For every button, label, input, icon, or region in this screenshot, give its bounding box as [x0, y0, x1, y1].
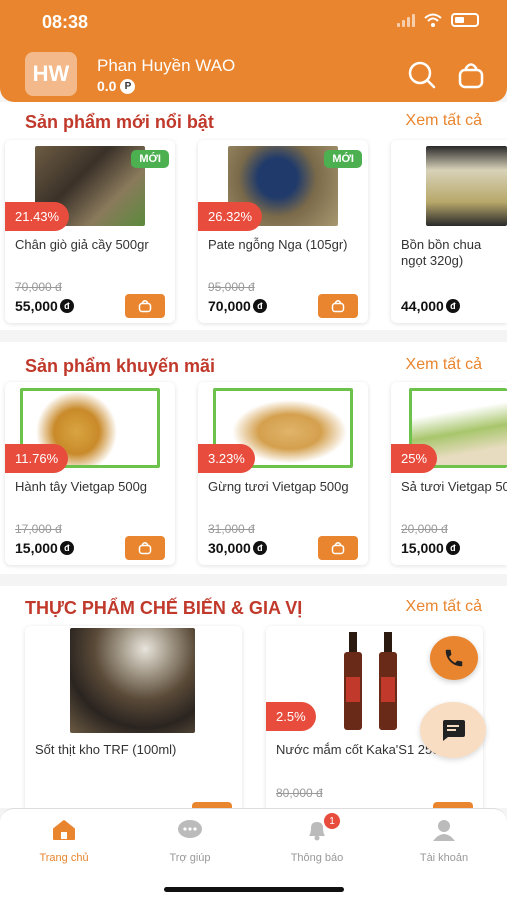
new-badge: MỚI — [324, 150, 362, 168]
discount-badge: 11.76% — [5, 444, 69, 473]
tab-help[interactable]: Trợ giúp — [140, 819, 240, 864]
discount-badge: 21.43% — [5, 202, 70, 231]
old-price: 31,000 đ — [208, 522, 255, 536]
price-value: 15,000 — [15, 540, 58, 556]
currency-badge: đ — [445, 541, 460, 555]
search-icon[interactable] — [407, 60, 437, 90]
signal-icon — [397, 13, 415, 27]
product-card[interactable]: 25% Sả tươi Vietgap 500g 20,000 đ 15,000… — [391, 382, 507, 565]
product-card[interactable]: Sốt thịt kho TRF (100ml) — [25, 626, 242, 808]
phone-icon — [445, 649, 463, 667]
tab-notifications[interactable]: 1 Thông báo — [267, 813, 367, 864]
shopping-bag-icon[interactable] — [456, 60, 486, 90]
currency-badge: đ — [252, 541, 267, 555]
call-button[interactable] — [430, 636, 478, 680]
old-price: 17,000 đ — [15, 522, 62, 536]
product-image — [70, 628, 195, 733]
user-points: 0.0 P — [97, 78, 136, 94]
section-title: THỰC PHẨM CHẾ BIẾN & GIA VỊ — [25, 598, 303, 618]
price: 15,000 đ — [401, 540, 460, 556]
home-icon — [53, 820, 75, 840]
product-name: Hành tây Vietgap 500g — [15, 479, 148, 494]
wifi-icon — [424, 13, 442, 27]
product-name: Bồn bồn chua ngọt 320g) — [401, 237, 482, 268]
old-price: 20,000 đ — [401, 522, 448, 536]
tab-label: Thông báo — [290, 852, 344, 864]
chat-button[interactable] — [420, 702, 486, 758]
old-price: 95,000 đ — [208, 280, 255, 294]
price-value: 30,000 — [208, 540, 251, 556]
discount-badge: 25% — [391, 444, 438, 473]
bag-icon — [138, 300, 152, 313]
help-chat-icon — [178, 820, 202, 838]
app-header: 08:38 HW Phan Huyền WAO 0.0 P — [0, 0, 507, 102]
status-time: 08:38 — [42, 12, 89, 32]
notification-count-badge: 1 — [324, 813, 340, 829]
add-to-cart-button[interactable] — [125, 294, 165, 318]
points-value: 0.0 — [97, 78, 117, 94]
product-name: Sốt thịt kho TRF (100ml) — [35, 742, 177, 757]
battery-icon — [451, 13, 479, 27]
product-card[interactable]: 11.76% Hành tây Vietgap 500g 17,000 đ 15… — [5, 382, 175, 565]
price-value: 44,000 — [401, 298, 444, 314]
bag-icon — [138, 542, 152, 555]
points-badge: P — [120, 78, 136, 94]
product-card[interactable]: 3.23% Gừng tươi Vietgap 500g 31,000 đ 30… — [198, 382, 368, 565]
old-price: 70,000 đ — [15, 280, 62, 294]
sauce-bottles-image — [344, 632, 397, 730]
old-price: 80,000 đ — [276, 786, 323, 800]
discount-badge: 26.32% — [198, 202, 263, 231]
section-promotions: Sản phẩm khuyến mãi Xem tất cả 11.76% Hà… — [0, 342, 507, 574]
product-name: Sả tươi Vietgap 500g — [401, 479, 507, 494]
currency-badge: đ — [59, 541, 74, 555]
bag-icon — [331, 542, 345, 555]
add-to-cart-button[interactable] — [125, 536, 165, 560]
add-to-cart-button[interactable] — [318, 536, 358, 560]
product-card[interactable]: Bồn bồn chua ngọt 320g) 44,000 đ — [391, 140, 507, 323]
section-title: Sản phẩm khuyến mãi — [25, 356, 216, 376]
see-all-link[interactable]: Xem tất cả — [406, 598, 482, 616]
status-icons — [397, 13, 479, 27]
product-name: Chân giò giả cầy 500gr — [15, 237, 149, 252]
add-to-cart-button[interactable] — [318, 294, 358, 318]
price: 15,000 đ — [15, 540, 74, 556]
discount-badge: 3.23% — [198, 444, 255, 473]
price: 44,000 đ — [401, 298, 460, 314]
currency-badge: đ — [445, 299, 460, 313]
currency-badge: đ — [252, 299, 267, 313]
tab-label: Tài khoản — [419, 852, 469, 864]
product-card[interactable]: MỚI 21.43% Chân giò giả cầy 500gr 70,000… — [5, 140, 175, 323]
section-new-products: Sản phẩm mới nổi bật Xem tất cả MỚI 21.4… — [0, 102, 507, 330]
tab-account[interactable]: Tài khoản — [394, 819, 494, 864]
price: 55,000 đ — [15, 298, 74, 314]
section-processed-food: THỰC PHẨM CHẾ BIẾN & GIA VỊ Xem tất cả S… — [0, 586, 507, 808]
price: 30,000 đ — [208, 540, 267, 556]
avatar[interactable]: HW — [25, 52, 77, 96]
price: 70,000 đ — [208, 298, 267, 314]
product-image — [341, 632, 406, 732]
product-name: Pate ngỗng Nga (105gr) — [208, 237, 348, 252]
currency-badge: đ — [59, 299, 74, 313]
message-icon — [443, 720, 465, 741]
product-name: Gừng tươi Vietgap 500g — [208, 479, 349, 494]
price-value: 70,000 — [208, 298, 251, 314]
user-name: Phan Huyền WAO — [97, 56, 236, 75]
see-all-link[interactable]: Xem tất cả — [406, 112, 482, 130]
tab-home[interactable]: Trang chủ — [14, 819, 114, 864]
see-all-link[interactable]: Xem tất cả — [406, 356, 482, 374]
product-card[interactable]: MỚI 26.32% Pate ngỗng Nga (105gr) 95,000… — [198, 140, 368, 323]
product-image — [426, 146, 507, 226]
tab-label: Trang chủ — [39, 852, 89, 864]
price-value: 15,000 — [401, 540, 444, 556]
price-value: 55,000 — [15, 298, 58, 314]
discount-badge: 2.5% — [266, 702, 316, 731]
new-badge: MỚI — [131, 150, 169, 168]
bag-icon — [331, 300, 345, 313]
account-icon — [433, 820, 455, 841]
tab-label: Trợ giúp — [169, 852, 211, 864]
section-title: Sản phẩm mới nổi bật — [25, 112, 214, 132]
home-indicator — [164, 887, 344, 892]
